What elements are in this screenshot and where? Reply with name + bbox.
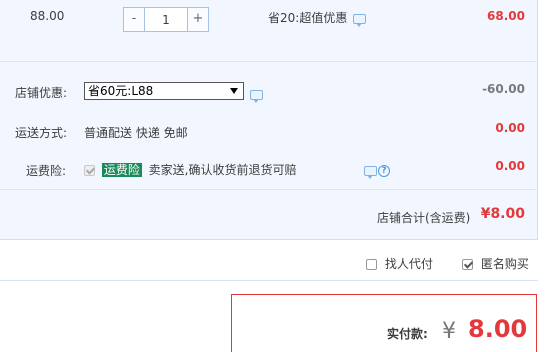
order-item-panel: 88.00 - + 省20:超值优惠 68.00 店铺优惠: 省60元:L88 … [0, 0, 538, 240]
item-unit-price: 88.00 [30, 9, 65, 23]
anonymous-label: 匿名购买 [480, 257, 529, 271]
shop-discount-amount: -60.00 [482, 82, 525, 96]
insurance-tag: 运费险 [101, 163, 142, 177]
shipping-method: 普通配送 快递 免邮 [84, 126, 188, 140]
insurance-icons: ? [364, 163, 390, 179]
shipping-amount: 0.00 [495, 121, 525, 135]
divider [0, 189, 538, 190]
anonymous-checkbox[interactable] [462, 259, 473, 270]
shop-total-label: 店铺合计(含运费) [377, 211, 471, 225]
chat-icon[interactable] [250, 89, 263, 103]
quantity-input[interactable] [145, 8, 187, 31]
shop-total-amount: ¥8.00 [480, 206, 525, 222]
payment-label: 实付款: [387, 327, 428, 341]
proxy-pay-option[interactable]: 找人代付 [366, 255, 433, 272]
payment-currency: ¥ [442, 319, 456, 344]
item-promotion: 省20:超值优惠 [268, 9, 367, 27]
divider [0, 61, 538, 62]
help-icon[interactable]: ? [378, 164, 390, 177]
promotion-text: 省20:超值优惠 [268, 11, 348, 25]
divider [0, 280, 538, 281]
shop-discount-select[interactable]: 省60元:L88 [84, 82, 244, 100]
proxy-pay-checkbox[interactable] [366, 259, 377, 270]
insurance-amount: 0.00 [495, 159, 525, 173]
insurance-option: 运费险 卖家送,确认收货前退货可赔 [84, 161, 297, 178]
insurance-label: 运费险: [26, 164, 67, 178]
insurance-description: 卖家送,确认收货前退货可赔 [148, 163, 297, 177]
chat-icon[interactable] [364, 165, 377, 179]
quantity-plus-button[interactable]: + [187, 8, 208, 31]
shop-discount-label: 店铺优惠: [15, 86, 68, 100]
anonymous-option[interactable]: 匿名购买 [462, 255, 529, 272]
chat-icon[interactable] [353, 13, 367, 27]
insurance-checkbox[interactable] [84, 165, 95, 176]
item-subtotal: 68.00 [487, 9, 525, 23]
quantity-stepper[interactable]: - + [123, 7, 209, 32]
payment-amount: 8.00 [468, 315, 528, 343]
dropdown-arrow-icon [230, 88, 238, 94]
proxy-pay-label: 找人代付 [384, 257, 433, 271]
payment-summary-box: 实付款: ¥ 8.00 [231, 294, 537, 352]
shop-discount-selected: 省60元:L88 [88, 84, 154, 98]
shipping-label: 运送方式: [15, 126, 68, 140]
quantity-minus-button[interactable]: - [124, 8, 145, 31]
